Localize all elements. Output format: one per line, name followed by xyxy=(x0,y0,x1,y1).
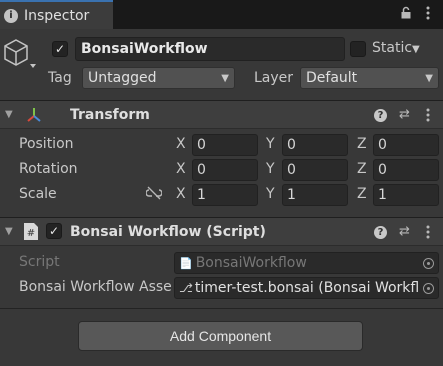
svg-text:#: # xyxy=(27,228,35,239)
layer-label: Layer xyxy=(254,70,294,86)
tag-value: Untagged xyxy=(88,70,157,86)
script-component-title: Bonsai Workflow (Script) xyxy=(70,224,266,240)
axis-y-label: Y xyxy=(266,161,275,177)
script-component-header[interactable]: ▼ # ✓ Bonsai Workflow (Script) ? ⇄ xyxy=(0,217,443,246)
script-asset-icon: 📄 xyxy=(179,256,193,270)
presets-icon[interactable]: ⇄ xyxy=(399,224,410,239)
axis-x-label: X xyxy=(176,186,186,202)
axis-y-label: Y xyxy=(266,136,275,152)
lock-icon[interactable] xyxy=(400,6,412,23)
object-name-field[interactable]: BonsaiWorkflow xyxy=(75,37,345,61)
tab-title: Inspector xyxy=(24,7,90,24)
static-dropdown-arrow-icon[interactable]: ▼ xyxy=(412,44,420,55)
static-checkbox[interactable] xyxy=(350,41,366,57)
divider xyxy=(0,308,443,309)
kebab-menu-icon[interactable] xyxy=(426,225,430,243)
gameobject-icon xyxy=(3,37,37,71)
help-icon[interactable]: ? xyxy=(374,226,387,239)
script-value: BonsaiWorkflow xyxy=(195,255,307,271)
scale-x-field[interactable]: 1 xyxy=(192,184,258,206)
info-icon: i xyxy=(4,8,18,23)
axis-y-label: Y xyxy=(266,186,275,202)
fold-arrow-icon[interactable]: ▼ xyxy=(5,226,13,237)
kebab-menu-icon[interactable] xyxy=(426,6,430,24)
tag-dropdown[interactable]: Untagged ▼ xyxy=(82,67,235,89)
bonsai-asset-icon: ⎇ xyxy=(179,281,193,295)
transform-title: Transform xyxy=(70,107,150,123)
scale-z-field[interactable]: 1 xyxy=(373,184,439,206)
layer-value: Default xyxy=(306,70,358,86)
chevron-down-icon: ▼ xyxy=(221,72,229,84)
object-picker-icon[interactable] xyxy=(423,282,434,294)
axis-z-label: Z xyxy=(357,186,367,202)
kebab-menu-icon[interactable] xyxy=(426,108,430,126)
axis-z-label: Z xyxy=(357,136,367,152)
active-checkbox[interactable]: ✓ xyxy=(52,41,68,57)
script-file-icon: # xyxy=(23,222,39,245)
position-label: Position xyxy=(19,136,74,152)
layer-dropdown[interactable]: Default ▼ xyxy=(300,67,439,89)
add-component-button[interactable]: Add Component xyxy=(78,321,363,351)
transform-icon xyxy=(25,106,43,128)
tab-inspector[interactable]: i Inspector xyxy=(0,0,113,29)
rotation-label: Rotation xyxy=(19,161,78,177)
transform-header[interactable]: ▼ Transform ? ⇄ xyxy=(0,100,443,129)
position-z-field[interactable]: 0 xyxy=(373,134,439,156)
rotation-y-field[interactable]: 0 xyxy=(282,159,348,181)
help-icon[interactable]: ? xyxy=(374,109,387,122)
script-label: Script xyxy=(19,254,60,270)
object-picker-icon xyxy=(423,257,434,269)
scale-y-field[interactable]: 1 xyxy=(282,184,348,206)
constrain-proportions-icon[interactable] xyxy=(145,186,163,204)
fold-arrow-icon[interactable]: ▼ xyxy=(5,109,13,120)
axis-z-label: Z xyxy=(357,161,367,177)
position-x-field[interactable]: 0 xyxy=(192,134,258,156)
workflow-asset-field[interactable]: ⎇ timer-test.bonsai (Bonsai Workfl xyxy=(174,277,439,299)
script-object-field: 📄 BonsaiWorkflow xyxy=(174,252,439,274)
axis-x-label: X xyxy=(176,136,186,152)
position-y-field[interactable]: 0 xyxy=(282,134,348,156)
static-label: Static xyxy=(372,40,413,56)
script-enabled-checkbox[interactable]: ✓ xyxy=(46,223,62,239)
asset-value: timer-test.bonsai (Bonsai Workfl xyxy=(194,280,420,296)
chevron-down-icon: ▼ xyxy=(425,72,433,84)
rotation-z-field[interactable]: 0 xyxy=(373,159,439,181)
asset-label: Bonsai Workflow Asse xyxy=(19,279,172,295)
scale-label: Scale xyxy=(19,186,57,202)
presets-icon[interactable]: ⇄ xyxy=(399,107,410,122)
rotation-x-field[interactable]: 0 xyxy=(192,159,258,181)
tag-label: Tag xyxy=(48,70,72,86)
axis-x-label: X xyxy=(176,161,186,177)
tab-bar: i Inspector xyxy=(0,0,443,29)
